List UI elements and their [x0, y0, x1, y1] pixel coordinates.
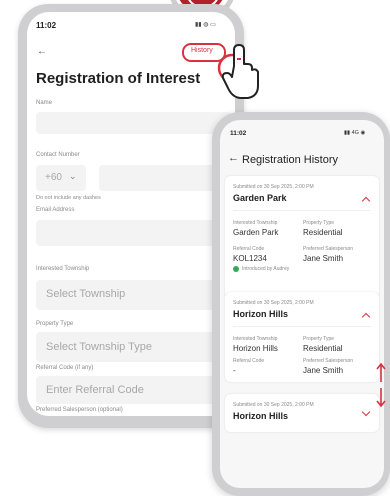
history-screen: 11:02 ▮▮ 4G ◉ ← Registration History Sub… [220, 120, 384, 488]
history-title: Registration History [242, 154, 338, 166]
country-code-select[interactable]: +60 ⌄ [36, 165, 86, 191]
history-card[interactable]: Submitted on 30 Sep 2025, 2:00 PM Horizo… [225, 394, 379, 432]
form-screen: 11:02 ▮▮ ◍ ▭ ← History Registration of I… [27, 12, 235, 416]
contact-hint: Do not include any dashes [36, 195, 101, 201]
township-placeholder: Select Township [46, 288, 126, 300]
referral-value: KOL1234 [233, 254, 267, 263]
submitted-date: Submitted on 30 Sep 2025, 2:00 PM [233, 402, 314, 408]
status-time: 11:02 [230, 130, 247, 137]
history-button[interactable]: History [191, 47, 213, 54]
township-label: Interested Township [233, 220, 278, 226]
property-value: Residential [303, 228, 343, 237]
introduced-by: Introduced by Audrey [242, 266, 290, 272]
submitted-date: Submitted on 30 Sep 2025, 2:00 PM [233, 184, 314, 190]
referral-label: Referral Code [233, 358, 265, 364]
submitted-date: Submitted on 30 Sep 2025, 2:00 PM [233, 300, 314, 306]
referral-value: - [233, 366, 236, 375]
card-title: Horizon Hills [233, 411, 289, 421]
property-label: Property Type [303, 336, 335, 342]
history-card[interactable]: Submitted on 30 Sep 2025, 2:00 PM Garden… [225, 176, 379, 298]
township-value: Garden Park [233, 228, 279, 237]
back-arrow-icon[interactable]: ← [37, 46, 47, 57]
back-arrow-icon[interactable]: ← [228, 152, 239, 164]
page-title: Registration of Interest [36, 70, 201, 87]
email-label: Email Address [36, 207, 75, 213]
township-value: Horizon Hills [233, 344, 278, 353]
check-icon [233, 266, 239, 272]
referral-label: Referral Code (if any) [36, 365, 94, 371]
status-icons: ▮▮ ◍ ▭ [195, 22, 216, 28]
salesperson-label: Preferred Salesperson [303, 246, 354, 252]
status-icons: ▮▮ 4G ◉ [344, 130, 366, 136]
hand-pointer-icon [214, 40, 264, 102]
status-time: 11:02 [36, 21, 57, 30]
referral-placeholder: Enter Referral Code [46, 384, 144, 396]
property-label: Property Type [36, 321, 74, 327]
scroll-arrows-icon [374, 362, 388, 408]
divider [233, 210, 371, 211]
property-placeholder: Select Township Type [46, 341, 152, 353]
township-label: Interested Township [233, 336, 278, 342]
card-title: Garden Park [233, 193, 287, 203]
country-code-value: +60 [45, 172, 62, 183]
name-label: Name [36, 100, 53, 106]
divider [233, 326, 371, 327]
salesperson-value: Jane Smith [303, 366, 344, 375]
card-title: Horizon Hills [233, 309, 289, 319]
property-label: Property Type [303, 220, 335, 226]
network-label: 4G [351, 130, 359, 136]
email-field[interactable] [36, 220, 232, 246]
salesperson-label: Preferred Salesperson [303, 358, 354, 364]
contact-label: Contact Number [36, 152, 80, 158]
salesperson-value: Jane Smith [303, 254, 344, 263]
property-value: Residential [303, 344, 343, 353]
chevron-down-icon: ⌄ [69, 171, 77, 181]
salesperson-label: Preferred Salesperson (optional) [36, 407, 123, 413]
chevron-down-icon[interactable] [361, 407, 371, 417]
referral-label: Referral Code [233, 246, 265, 252]
chevron-up-icon[interactable] [361, 312, 371, 322]
history-card[interactable]: Submitted on 30 Sep 2025, 2:00 PM Horizo… [225, 292, 379, 382]
name-field[interactable] [36, 112, 232, 134]
township-label: Interested Township [36, 266, 90, 272]
chevron-up-icon[interactable] [361, 196, 371, 206]
